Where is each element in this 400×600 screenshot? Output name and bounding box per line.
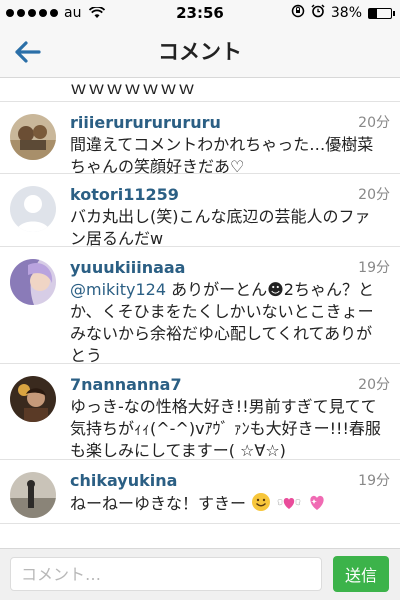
battery-icon — [368, 7, 395, 19]
avatar[interactable] — [10, 186, 56, 232]
comment-item[interactable]: chikayukina 19分 ねーねーゆきな！すきー — [0, 460, 400, 524]
default-avatar-icon — [10, 186, 56, 232]
avatar[interactable] — [10, 259, 56, 305]
page-title: コメント — [158, 40, 242, 64]
comment-text: ゆっき-なの性格大好き!!男前すぎて見てて気持ちがｨｨ(^-^)vｱｳﾞ ｧﾝも… — [70, 397, 381, 460]
mention-link[interactable]: @mikity124 — [70, 280, 166, 299]
comment-input-bar: 送信 — [0, 548, 400, 600]
comment-text: @mikity124 ありがーとん☻2ちゃん？とか、くそひまをたくしかいないとこ… — [70, 279, 390, 367]
battery-percent: 38% — [330, 5, 362, 21]
smiling-face-emoji-icon — [252, 493, 271, 511]
comment-text: ねーねーゆきな！すきー — [70, 494, 247, 513]
comment-item[interactable]: kotori11259 20分 バカ丸出し(笑)こんな底辺の芸能人のファン居るん… — [0, 174, 400, 248]
comment-text: 間違えてコメントわかれちゃった…優樹菜ちゃんの笑顔好きだあ♡ — [70, 135, 374, 176]
comment-item[interactable]: yuuukiiinaaa 19分 @mikity124 ありがーとん☻2ちゃん？… — [0, 247, 400, 367]
username-link[interactable]: chikayukina — [70, 470, 390, 492]
timestamp: 20分 — [358, 377, 390, 393]
avatar[interactable] — [10, 114, 56, 160]
timestamp: 20分 — [358, 187, 390, 203]
rotation-lock-icon — [291, 4, 305, 22]
status-bar: au 23:56 38% — [0, 0, 400, 26]
comment-list[interactable]: ｗｗｗｗｗｗｗ riiierurururururu 20分 間違えてコメントわか… — [0, 78, 400, 548]
timestamp: 19分 — [358, 260, 390, 276]
comment-text: バカ丸出し(笑)こんな底辺の芸能人のファン居るんだw — [70, 207, 371, 248]
comment-item[interactable]: riiierurururururu 20分 間違えてコメントわかれちゃった…優樹… — [0, 102, 400, 176]
comment-text-partial: ｗｗｗｗｗｗｗ — [0, 78, 400, 102]
timestamp: 20分 — [358, 115, 390, 131]
navigation-bar: コメント — [0, 26, 400, 78]
username-link[interactable]: 7nannanna7 — [70, 374, 390, 396]
comment-item[interactable]: 7nannanna7 20分 ゆっき-なの性格大好き!!男前すぎて見てて気持ちが… — [0, 364, 400, 460]
username-link[interactable]: kotori11259 — [70, 184, 390, 206]
avatar[interactable] — [10, 472, 56, 518]
winged-heart-emoji-icon — [277, 498, 301, 509]
comment-text-row: ねーねーゆきな！すきー — [70, 492, 390, 515]
avatar[interactable] — [10, 376, 56, 422]
alarm-icon — [311, 4, 325, 22]
comment-input[interactable] — [10, 557, 322, 591]
send-button[interactable]: 送信 — [333, 556, 389, 592]
username-link[interactable]: riiierurururururu — [70, 112, 390, 134]
username-link[interactable]: yuuukiiinaaa — [70, 257, 390, 279]
sparkling-heart-emoji-icon — [310, 495, 324, 510]
timestamp: 19分 — [358, 473, 390, 489]
